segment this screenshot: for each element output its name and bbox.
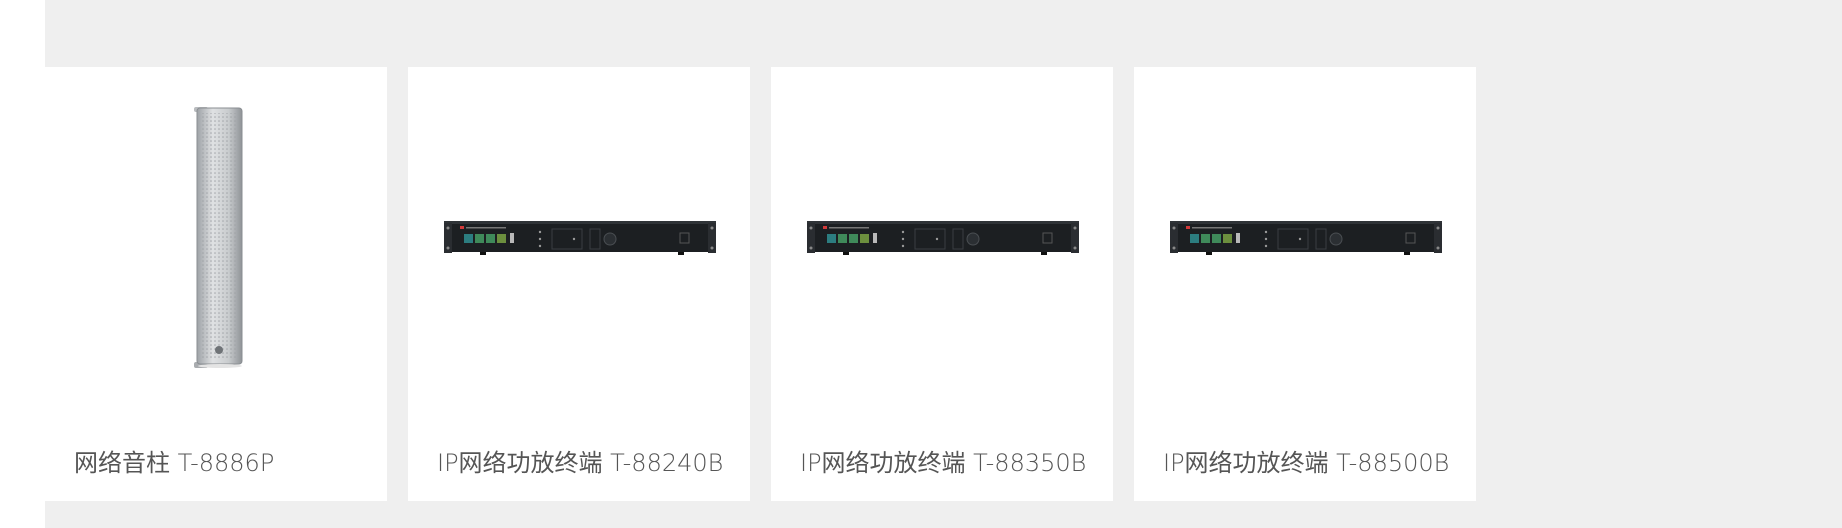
product-name[interactable]: IP网络功放终端 T-88500B bbox=[1163, 446, 1449, 480]
product-grid: 网络音柱 T-8886P IP网络功放终端 T-88240B IP网络功放终端 … bbox=[45, 0, 1842, 528]
product-name[interactable]: 网络音柱 T-8886P bbox=[74, 446, 274, 480]
product-card[interactable]: 网络音柱 T-8886P bbox=[45, 67, 387, 501]
product-image[interactable] bbox=[771, 67, 1113, 397]
rack-amplifier-image bbox=[444, 221, 716, 255]
rack-amplifier-image bbox=[1170, 221, 1442, 255]
product-name[interactable]: IP网络功放终端 T-88350B bbox=[800, 446, 1086, 480]
product-image[interactable] bbox=[1134, 67, 1476, 397]
rack-amplifier-image bbox=[807, 221, 1079, 255]
product-name[interactable]: IP网络功放终端 T-88240B bbox=[437, 446, 723, 480]
product-card[interactable]: IP网络功放终端 T-88240B bbox=[408, 67, 750, 501]
product-image[interactable] bbox=[408, 67, 750, 397]
product-card[interactable]: IP网络功放终端 T-88500B bbox=[1134, 67, 1476, 501]
column-speaker-image bbox=[194, 107, 243, 368]
product-card[interactable]: IP网络功放终端 T-88350B bbox=[771, 67, 1113, 501]
product-image[interactable] bbox=[45, 67, 387, 397]
